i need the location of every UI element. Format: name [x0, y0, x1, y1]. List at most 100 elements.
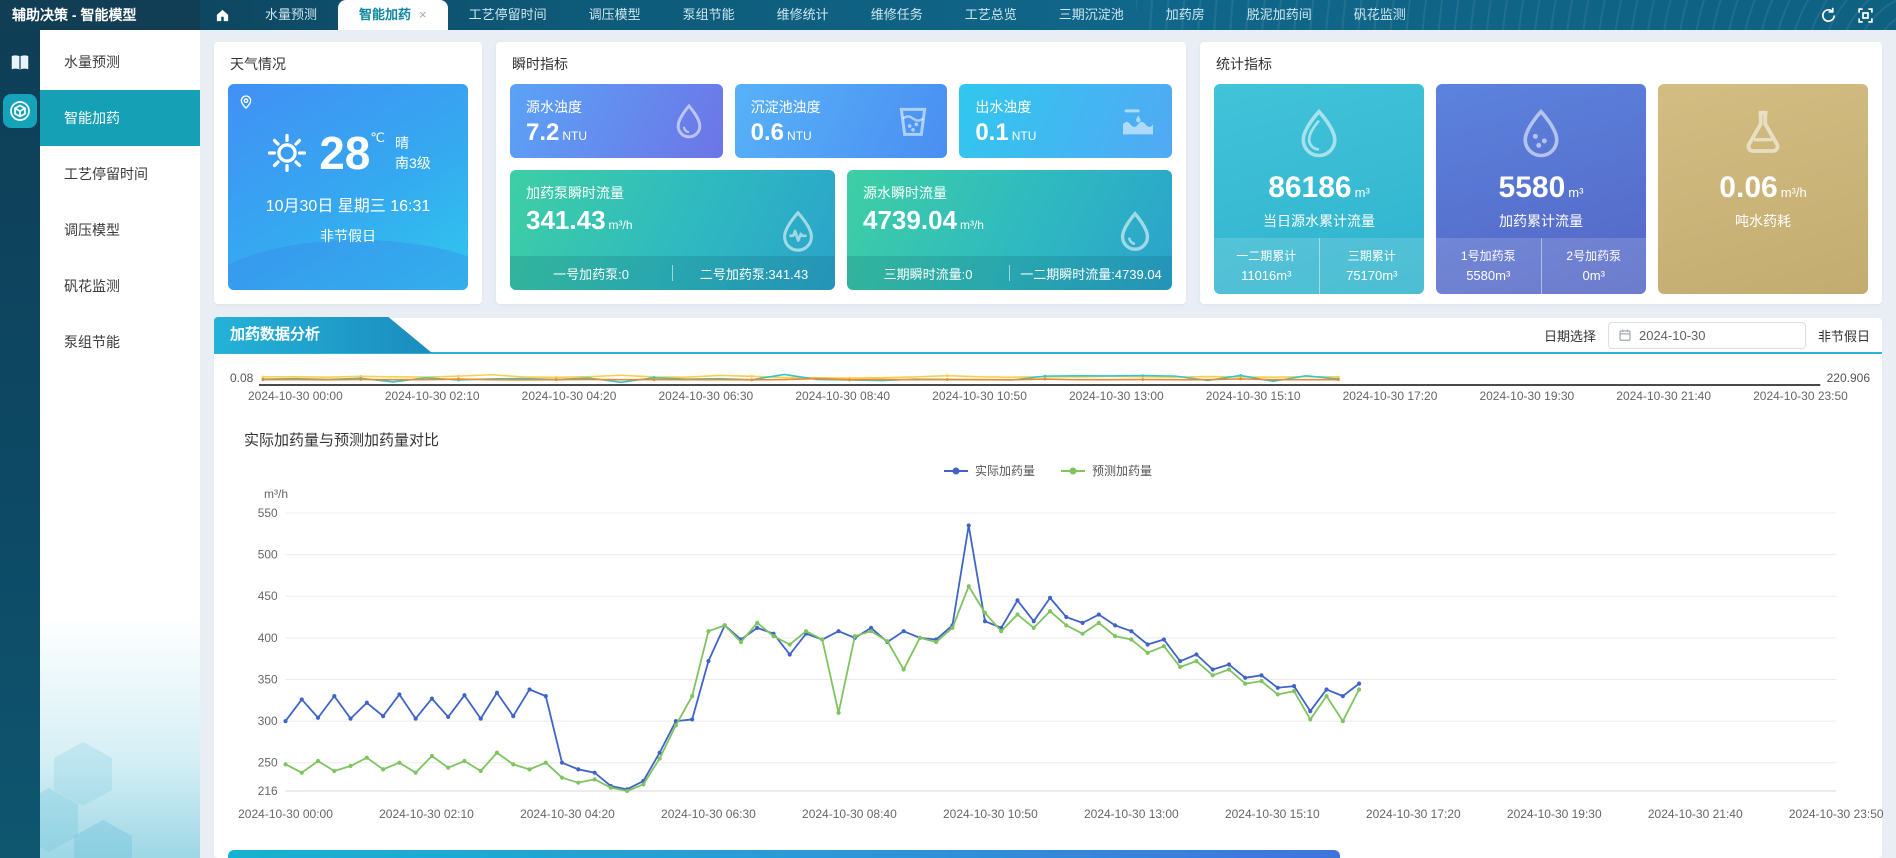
stat-footer-label: 三期累计 — [1320, 247, 1425, 264]
date-picker[interactable]: 2024-10-30 — [1608, 322, 1806, 349]
home-button[interactable] — [200, 0, 244, 30]
drop-dots-icon — [1514, 106, 1568, 160]
flow-card: 源水瞬时流量 4739.04m³/h 三期瞬时流量:0 一二期瞬时流量:4739… — [847, 170, 1172, 290]
water-drop-icon — [1292, 106, 1346, 160]
x-tick-label: 2024-10-30 10:50 — [943, 807, 1038, 821]
sparkline-chart — [259, 360, 1820, 386]
topbar-tab[interactable]: 工艺停留时间 — [448, 0, 568, 30]
beaker-icon — [893, 101, 933, 141]
topbar-tab[interactable]: 矾花监测 — [1333, 0, 1427, 30]
stat-footer-value: 75170m³ — [1320, 268, 1425, 283]
topbar-tab[interactable]: 调压模型 — [568, 0, 662, 30]
x-tick-label: 2024-10-30 08:40 — [795, 389, 890, 403]
instant-panel-title: 瞬时指标 — [512, 54, 1172, 74]
stat-label: 当日源水累计流量 — [1214, 211, 1424, 231]
x-tick-label: 2024-10-30 02:10 — [385, 389, 480, 403]
x-tick-label: 2024-10-30 21:40 — [1648, 807, 1743, 821]
topbar-tab[interactable]: 加药房 — [1145, 0, 1226, 30]
sidebar-decoration — [40, 618, 200, 858]
flow-card-footer: 一号加药泵:0 二号加药泵:341.43 — [510, 256, 835, 290]
x-tick-label: 2024-10-30 17:20 — [1343, 389, 1438, 403]
app-title: 辅助决策 - 智能模型 — [0, 0, 200, 30]
x-tick-label: 2024-10-30 04:20 — [522, 389, 617, 403]
chart-x-axis: 2024-10-30 00:002024-10-30 02:102024-10-… — [236, 807, 1860, 825]
weather-condition: 晴 — [395, 133, 431, 153]
x-tick-label: 2024-10-30 08:40 — [802, 807, 897, 821]
fullscreen-icon[interactable] — [1857, 7, 1874, 24]
temperature-value: 28 — [319, 127, 370, 179]
main-content: 天气情况 28℃ 晴 南3级 10月30日 星期三 16:31 非节假日 — [200, 30, 1896, 858]
topbar-tab[interactable]: 维修统计 — [756, 0, 850, 30]
tab-label: 工艺总览 — [965, 0, 1017, 30]
x-tick-label: 2024-10-30 13:00 — [1084, 807, 1179, 821]
date-value: 2024-10-30 — [1639, 328, 1706, 343]
indicator-card: 出水浊度 0.1NTU — [959, 84, 1172, 158]
x-tick-label: 2024-10-30 15:10 — [1225, 807, 1320, 821]
y-axis-label: m³/h — [264, 487, 1860, 501]
indicator-value: 0.6 — [751, 119, 784, 146]
comparison-chart-block: 实际加药量与预测加药量对比 实际加药量 预测加药量 m³/h 216250300… — [214, 403, 1882, 825]
stat-footer-value: 0m³ — [1542, 268, 1647, 283]
indicator-unit: NTU — [1012, 129, 1037, 143]
weather-date: 10月30日 星期三 16:31 — [228, 192, 468, 216]
tab-label: 三期沉淀池 — [1059, 0, 1124, 30]
pulse-drop-icon — [775, 208, 821, 254]
x-tick-label: 2024-10-30 19:30 — [1479, 389, 1574, 403]
indicator-card: 沉淀池浊度 0.6NTU — [735, 84, 948, 158]
sidebar-item[interactable]: 工艺停留时间 — [40, 146, 200, 202]
model-cube-icon[interactable] — [3, 94, 37, 128]
stat-label: 吨水药耗 — [1658, 211, 1868, 231]
book-icon[interactable] — [7, 50, 33, 76]
legend-line-icon — [1061, 470, 1085, 472]
refresh-icon[interactable] — [1820, 7, 1837, 24]
topbar-tab[interactable]: 工艺总览 — [944, 0, 1038, 30]
svg-text:350: 350 — [258, 672, 278, 686]
calendar-icon — [1618, 328, 1632, 342]
flow-footer-right: 一二期瞬时流量:4739.04 — [1010, 264, 1172, 283]
topbar-tab[interactable]: 三期沉淀池 — [1038, 0, 1145, 30]
overview-sparkline: 0.08 220.906 — [214, 354, 1882, 386]
flask-icon — [1736, 106, 1790, 160]
sidebar-item[interactable]: 智能加药 — [40, 90, 200, 146]
sparkline-x-axis: 2024-10-30 00:00 2024-10-30 02:10 2024-10-… — [214, 386, 1882, 403]
sidebar-item[interactable]: 泵组节能 — [40, 314, 200, 370]
topbar-tab[interactable]: 水量预测 — [244, 0, 338, 30]
comparison-chart: 216250300350400450500550 — [236, 501, 1860, 807]
sidebar-item[interactable]: 调压模型 — [40, 202, 200, 258]
section-ribbon-title: 加药数据分析 — [214, 317, 432, 353]
stat-unit: m³ — [1355, 185, 1370, 200]
close-icon[interactable]: × — [419, 0, 427, 30]
stat-footer-label: 1号加药泵 — [1436, 247, 1541, 264]
holiday-status: 非节假日 — [1818, 326, 1870, 345]
sidebar-item-label: 工艺停留时间 — [64, 166, 148, 182]
weather-panel-title: 天气情况 — [230, 54, 468, 74]
topbar-tab[interactable]: 智能加药 × — [338, 0, 448, 30]
svg-text:450: 450 — [258, 589, 278, 603]
flow-label: 加药泵瞬时流量 — [526, 183, 819, 203]
x-tick-label: 2024-10-30 00:00 — [248, 389, 343, 403]
topbar-tab[interactable]: 维修任务 — [850, 0, 944, 30]
indicator-card: 源水浊度 7.2NTU — [510, 84, 723, 158]
x-tick-label: 2024-10-30 15:10 — [1206, 389, 1301, 403]
stats-panel: 统计指标 86186m³ 当日源水累计流量 一二期累计 11016m³ — [1200, 42, 1882, 304]
tab-label: 泵组节能 — [683, 0, 735, 30]
flow-value: 341.43 — [526, 205, 606, 235]
stat-card-footer: 1号加药泵 5580m³ 2号加药泵 0m³ — [1436, 238, 1646, 294]
next-section-ribbon — [228, 850, 1340, 858]
topbar-tab[interactable]: 泵组节能 — [662, 0, 756, 30]
sidebar: 水量预测 智能加药 工艺停留时间 调压模型 矾花监测 — [40, 30, 200, 858]
tab-label: 维修任务 — [871, 0, 923, 30]
x-tick-label: 2024-10-30 23:50 — [1753, 389, 1848, 403]
legend-item-actual[interactable]: 实际加药量 — [944, 462, 1035, 479]
topbar-tab[interactable]: 脱泥加药间 — [1226, 0, 1333, 30]
sidebar-item-label: 调压模型 — [64, 222, 120, 238]
tab-label: 工艺停留时间 — [469, 0, 547, 30]
sidebar-item[interactable]: 水量预测 — [40, 34, 200, 90]
stat-footer-value: 11016m³ — [1214, 268, 1319, 283]
svg-text:500: 500 — [258, 548, 278, 562]
sidebar-item[interactable]: 矾花监测 — [40, 258, 200, 314]
legend-item-predicted[interactable]: 预测加药量 — [1061, 462, 1152, 479]
chart-title: 实际加药量与预测加药量对比 — [244, 429, 1860, 450]
tab-label: 智能加药 — [359, 0, 411, 30]
stat-card: 86186m³ 当日源水累计流量 一二期累计 11016m³ 三期累计 7517… — [1214, 84, 1424, 294]
